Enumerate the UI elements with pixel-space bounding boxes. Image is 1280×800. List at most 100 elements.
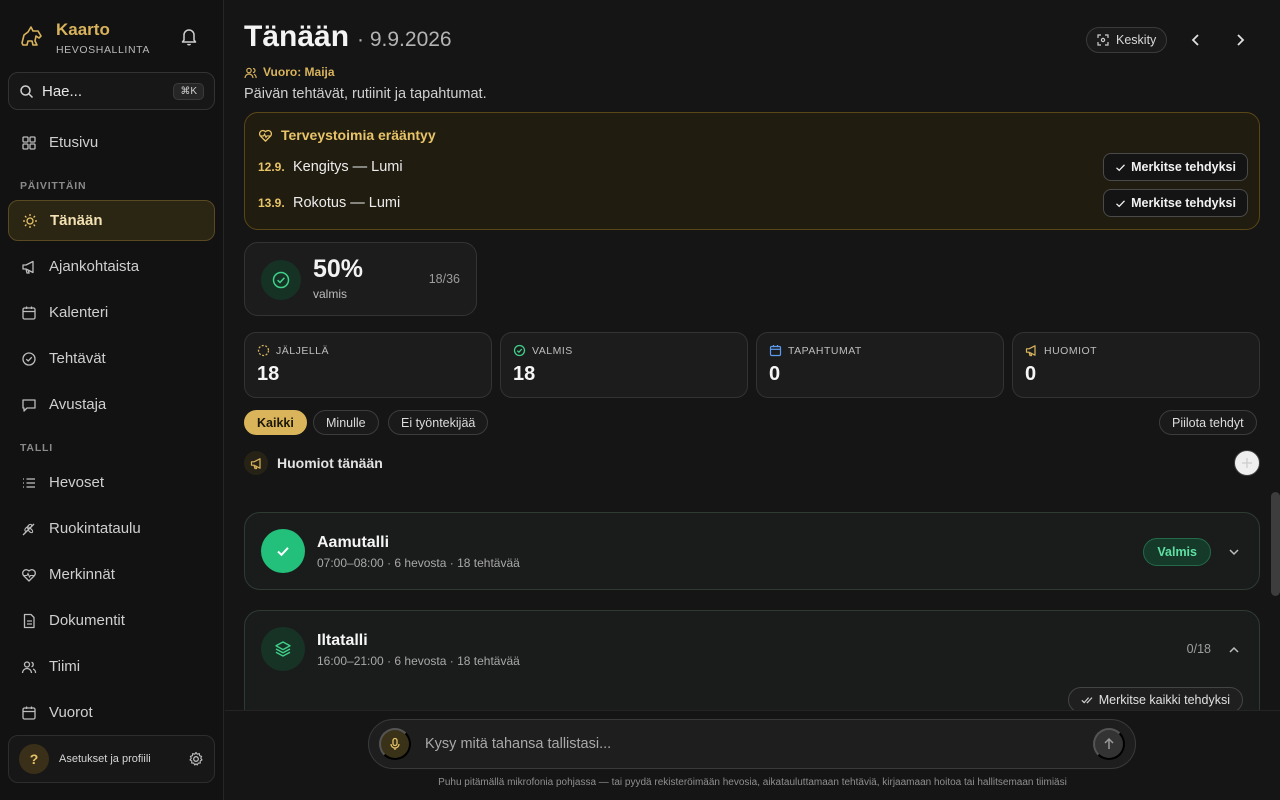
search-shortcut-badge: ⌘K: [173, 82, 204, 100]
sidebar: Kaarto HEVOSHALLINTA ⌘K Etusivu PÄIVITTÄ…: [0, 0, 224, 800]
chevron-up-icon[interactable]: [1227, 643, 1241, 657]
sidebar-item-dokumentit[interactable]: Dokumentit: [8, 600, 215, 641]
add-note-button[interactable]: [1234, 450, 1260, 476]
stat-label: JÄLJELLÄ: [257, 344, 329, 357]
routine-meta: 07:00–08:00 · 6 hevosta · 18 tehtävää: [317, 556, 520, 570]
sidebar-item-ajankohtaista[interactable]: Ajankohtaista: [8, 246, 215, 287]
mark-done-label: Merkitse tehdyksi: [1131, 196, 1236, 210]
filter-all[interactable]: Kaikki: [244, 410, 307, 435]
focus-button[interactable]: Keskity: [1086, 27, 1168, 53]
stat-label: VALMIS: [513, 344, 573, 357]
heart-pulse-icon: [259, 129, 272, 142]
stat-value: 0: [769, 363, 781, 385]
notes-title: Huomiot tänään: [277, 455, 383, 471]
dashed-circle-icon: [257, 344, 270, 357]
profile-label: Asetukset ja profiili: [59, 753, 151, 765]
sidebar-item-ruokintataulu[interactable]: Ruokintataulu: [8, 508, 215, 549]
layers-icon: [275, 641, 291, 657]
alert-date: 13.9.: [258, 196, 285, 210]
sidebar-item-tanaan[interactable]: Tänään: [8, 200, 215, 241]
grid-icon: [22, 135, 36, 150]
sidebar-item-label: Tehtävät: [49, 350, 106, 367]
health-alert-title-text: Terveystoimia erääntyy: [281, 127, 436, 143]
profile-settings[interactable]: ? Asetukset ja profiili: [8, 735, 215, 783]
assistant-bar: Puhu pitämällä mikrofonia pohjassa — tai…: [225, 710, 1280, 800]
focus-label: Keskity: [1116, 33, 1157, 47]
chevron-left-icon[interactable]: [1187, 31, 1205, 49]
stat-label: TAPAHTUMAT: [769, 344, 862, 357]
sidebar-item-label: Tänään: [50, 212, 103, 229]
brand[interactable]: Kaarto HEVOSHALLINTA: [18, 20, 150, 56]
stat-value: 18: [257, 363, 280, 385]
wheat-icon: [22, 523, 35, 535]
sidebar-item-etusivu[interactable]: Etusivu: [8, 122, 215, 163]
sidebar-item-label: Avustaja: [49, 396, 107, 413]
sidebar-item-tiimi[interactable]: Tiimi: [8, 646, 215, 687]
check-circle-icon: [272, 271, 290, 289]
arrow-up-icon: [1104, 737, 1114, 749]
stat-events[interactable]: TAPAHTUMAT 0: [756, 332, 1004, 398]
assistant-input[interactable]: [425, 736, 1065, 752]
nav-section-stable: TALLI: [20, 442, 53, 454]
chat-icon: [22, 398, 36, 412]
mark-done-button[interactable]: Merkitse tehdyksi: [1103, 153, 1248, 181]
routine-title: Iltatalli: [317, 632, 368, 649]
brand-name: Kaarto: [56, 20, 110, 39]
gear-icon[interactable]: [188, 751, 204, 767]
alert-date: 12.9.: [258, 160, 285, 174]
shift-label: Vuoro: Maija: [263, 65, 335, 79]
sidebar-item-tehtavat[interactable]: Tehtävät: [8, 338, 215, 379]
search-box[interactable]: ⌘K: [8, 72, 215, 110]
status-badge: Valmis: [1143, 538, 1211, 566]
scrollbar-thumb[interactable]: [1271, 492, 1280, 596]
alert-text: Kengitys — Lumi: [293, 159, 403, 175]
search-input[interactable]: [42, 82, 162, 100]
sidebar-item-label: Ajankohtaista: [49, 258, 140, 275]
stat-remaining[interactable]: JÄLJELLÄ 18: [244, 332, 492, 398]
filter-mine[interactable]: Minulle: [313, 410, 379, 435]
chevron-right-icon[interactable]: [1231, 31, 1249, 49]
filter-unassigned[interactable]: Ei työntekijää: [388, 410, 489, 435]
shift-indicator: Vuoro: Maija: [244, 65, 335, 79]
page-subtitle: Päivän tehtävät, rutiinit ja tapahtumat.: [244, 86, 487, 102]
sidebar-item-avustaja[interactable]: Avustaja: [8, 384, 215, 425]
assistant-hint: Puhu pitämällä mikrofonia pohjassa — tai…: [438, 777, 1067, 788]
stat-label-text: TAPAHTUMAT: [788, 344, 862, 357]
megaphone-icon: [1025, 345, 1036, 357]
routine-card-morning[interactable]: Aamutalli 07:00–08:00 · 6 hevosta · 18 t…: [244, 512, 1260, 590]
send-button[interactable]: [1093, 728, 1125, 760]
sidebar-item-vuorot[interactable]: Vuorot: [8, 692, 215, 733]
routine-count: 0/18: [1186, 642, 1211, 656]
layers-icon-badge: [261, 627, 305, 671]
sidebar-item-label: Dokumentit: [49, 612, 125, 629]
sidebar-item-hevoset[interactable]: Hevoset: [8, 462, 215, 503]
nav-section-daily: PÄIVITTÄIN: [20, 180, 87, 192]
microphone-button[interactable]: [379, 728, 411, 760]
sidebar-item-label: Hevoset: [49, 474, 105, 491]
sidebar-item-label: Ruokintataulu: [49, 520, 141, 537]
stat-notes[interactable]: HUOMIOT 0: [1012, 332, 1260, 398]
page-date: · 9.9.2026: [357, 28, 452, 51]
megaphone-icon: [244, 451, 268, 475]
sidebar-item-label: Merkinnät: [49, 566, 115, 583]
bell-icon[interactable]: [178, 25, 200, 47]
stat-value: 0: [1025, 363, 1037, 385]
mark-all-done-label: Merkitse kaikki tehdyksi: [1098, 693, 1230, 707]
sidebar-item-merkinnat[interactable]: Merkinnät: [8, 554, 215, 595]
heart-pulse-icon: [22, 568, 36, 582]
progress-percent: 50%: [313, 255, 364, 283]
stat-done[interactable]: VALMIS 18: [500, 332, 748, 398]
focus-icon: [1097, 34, 1109, 46]
progress-count: 18/36: [428, 272, 460, 286]
mark-done-button[interactable]: Merkitse tehdyksi: [1103, 189, 1248, 217]
mark-done-label: Merkitse tehdyksi: [1131, 160, 1236, 174]
hide-done-button[interactable]: Piilota tehdyt: [1159, 410, 1257, 435]
check-circle-icon: [22, 351, 36, 366]
assistant-input-box[interactable]: [368, 719, 1136, 769]
chevron-down-icon[interactable]: [1227, 545, 1241, 559]
sun-icon: [23, 213, 37, 228]
sidebar-item-kalenteri[interactable]: Kalenteri: [8, 292, 215, 333]
calendar-icon: [22, 306, 36, 320]
stat-label-text: HUOMIOT: [1044, 344, 1098, 357]
routine-done-indicator: [261, 529, 305, 573]
